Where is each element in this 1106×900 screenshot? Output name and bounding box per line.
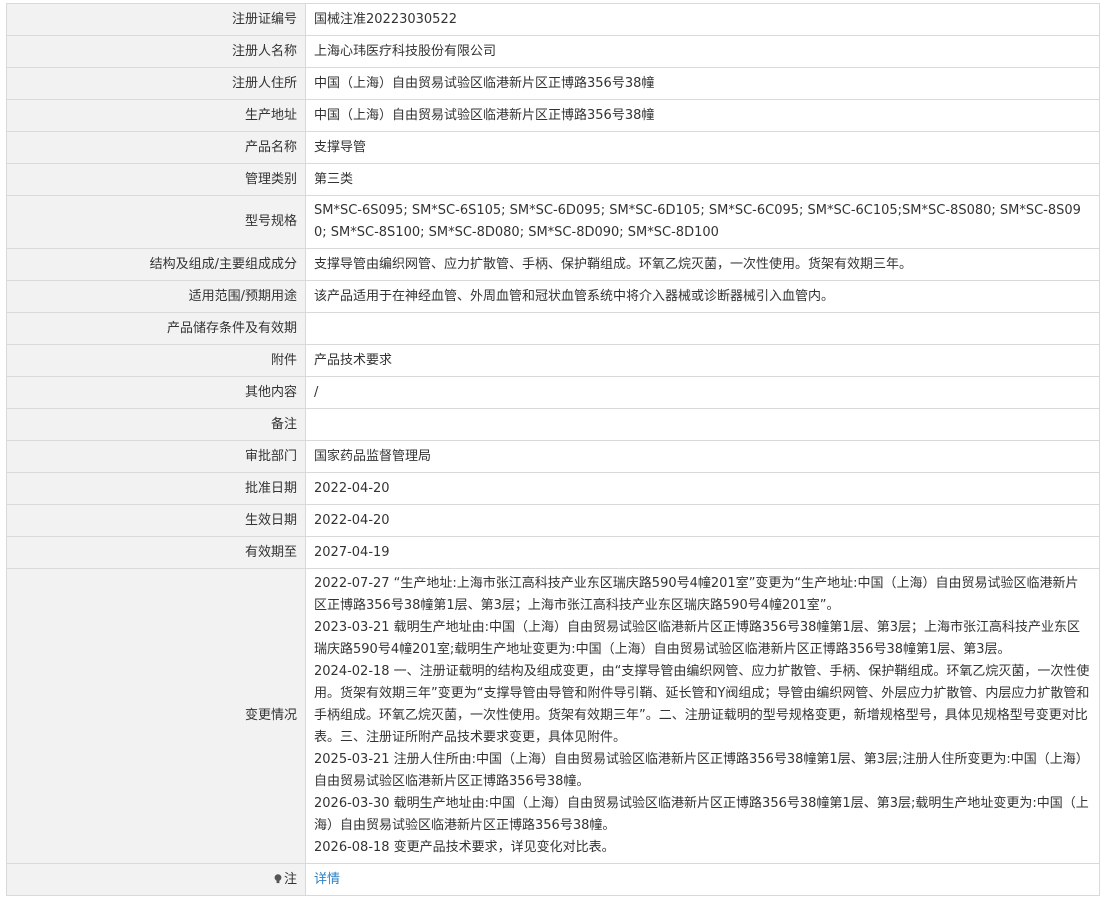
info-row: 生效日期 2022-04-20 bbox=[6, 504, 1100, 537]
field-value: 2027-04-19 bbox=[305, 536, 1100, 569]
field-label: 管理类别 bbox=[6, 163, 306, 196]
field-value: 国家药品监督管理局 bbox=[305, 440, 1100, 473]
change-entry: 2025-03-21 注册人住所由:中国（上海）自由贸易试验区临港新片区正博路3… bbox=[314, 752, 1089, 789]
info-row: 产品储存条件及有效期 bbox=[6, 312, 1100, 345]
field-label: 生产地址 bbox=[6, 99, 306, 132]
info-row: 结构及组成/主要组成成分 支撑导管由编织网管、应力扩散管、手柄、保护鞘组成。环氧乙… bbox=[6, 248, 1100, 281]
info-row: 附件 产品技术要求 bbox=[6, 344, 1100, 377]
info-row: 其他内容 / bbox=[6, 376, 1100, 409]
field-label: 注册证编号 bbox=[6, 3, 306, 36]
field-label: 批准日期 bbox=[6, 472, 306, 505]
field-label: 其他内容 bbox=[6, 376, 306, 409]
info-row: 批准日期 2022-04-20 bbox=[6, 472, 1100, 505]
details-link[interactable]: 详情 bbox=[314, 872, 340, 887]
info-row: 型号规格 SM*SC-6S095; SM*SC-6S105; SM*SC-6D09… bbox=[6, 195, 1100, 249]
change-history-row: 变更情况 2022-07-27 “生产地址:上海市张江高科技产业东区瑞庆路590号… bbox=[6, 568, 1100, 864]
info-row: 审批部门 国家药品监督管理局 bbox=[6, 440, 1100, 473]
field-label: 生效日期 bbox=[6, 504, 306, 537]
note-row: 注 详情 bbox=[6, 863, 1100, 896]
field-label: 结构及组成/主要组成成分 bbox=[6, 248, 306, 281]
note-label-cell: 注 bbox=[6, 863, 306, 896]
change-entry: 2026-08-18 变更产品技术要求，详见变化对比表。 bbox=[314, 840, 615, 855]
field-value: 该产品适用于在神经血管、外周血管和冠状血管系统中将介入器械或诊断器械引入血管内。 bbox=[305, 280, 1100, 313]
field-value: 产品技术要求 bbox=[305, 344, 1100, 377]
change-entry: 2026-03-30 载明生产地址由:中国（上海）自由贸易试验区临港新片区正博路… bbox=[314, 796, 1089, 833]
field-value bbox=[305, 408, 1100, 441]
field-label: 注册人名称 bbox=[6, 35, 306, 68]
field-label: 附件 bbox=[6, 344, 306, 377]
field-value: / bbox=[305, 376, 1100, 409]
field-label: 产品储存条件及有效期 bbox=[6, 312, 306, 345]
field-label: 产品名称 bbox=[6, 131, 306, 164]
lightbulb-icon bbox=[274, 873, 282, 883]
field-label: 注册人住所 bbox=[6, 67, 306, 100]
field-label: 有效期至 bbox=[6, 536, 306, 569]
registration-info-table: 注册证编号 国械注准20223030522 注册人名称 上海心玮医疗科技股份有限公司注… bbox=[6, 3, 1100, 896]
field-value: 2022-04-20 bbox=[305, 504, 1100, 537]
field-value: 支撑导管 bbox=[305, 131, 1100, 164]
change-entry: 2023-03-21 载明生产地址由:中国（上海）自由贸易试验区临港新片区正博路… bbox=[314, 620, 1080, 657]
info-row: 管理类别 第三类 bbox=[6, 163, 1100, 196]
info-row: 产品名称 支撑导管 bbox=[6, 131, 1100, 164]
change-history: 2022-07-27 “生产地址:上海市张江高科技产业东区瑞庆路590号4幢20… bbox=[305, 568, 1100, 864]
field-value: 国械注准20223030522 bbox=[305, 3, 1100, 36]
info-row: 适用范围/预期用途 该产品适用于在神经血管、外周血管和冠状血管系统中将介入器械或诊… bbox=[6, 280, 1100, 313]
note-label: 注 bbox=[283, 871, 297, 887]
info-row: 有效期至 2027-04-19 bbox=[6, 536, 1100, 569]
field-value: 上海心玮医疗科技股份有限公司 bbox=[305, 35, 1100, 68]
info-row: 生产地址 中国（上海）自由贸易试验区临港新片区正博路356号38幢 bbox=[6, 99, 1100, 132]
field-value: SM*SC-6S095; SM*SC-6S105; SM*SC-6D095; S… bbox=[305, 195, 1100, 249]
info-row: 注册人住所 中国（上海）自由贸易试验区临港新片区正博路356号38幢 bbox=[6, 67, 1100, 100]
field-value bbox=[305, 312, 1100, 345]
field-label: 审批部门 bbox=[6, 440, 306, 473]
field-value: 中国（上海）自由贸易试验区临港新片区正博路356号38幢 bbox=[305, 67, 1100, 100]
change-entry: 2022-07-27 “生产地址:上海市张江高科技产业东区瑞庆路590号4幢20… bbox=[314, 576, 1079, 613]
field-value: 支撑导管由编织网管、应力扩散管、手柄、保护鞘组成。环氧乙烷灭菌，一次性使用。货架… bbox=[305, 248, 1100, 281]
field-label: 适用范围/预期用途 bbox=[6, 280, 306, 313]
field-label: 备注 bbox=[6, 408, 306, 441]
field-label: 型号规格 bbox=[6, 195, 306, 249]
field-value: 第三类 bbox=[305, 163, 1100, 196]
field-label: 变更情况 bbox=[6, 568, 306, 864]
field-value: 2022-04-20 bbox=[305, 472, 1100, 505]
info-row: 备注 bbox=[6, 408, 1100, 441]
note-value: 详情 bbox=[305, 863, 1100, 896]
info-row: 注册证编号 国械注准20223030522 bbox=[6, 3, 1100, 36]
info-row: 注册人名称 上海心玮医疗科技股份有限公司 bbox=[6, 35, 1100, 68]
change-entry: 2024-02-18 一、注册证载明的结构及组成变更，由“支撑导管由编织网管、应… bbox=[314, 664, 1090, 745]
field-value: 中国（上海）自由贸易试验区临港新片区正博路356号38幢 bbox=[305, 99, 1100, 132]
